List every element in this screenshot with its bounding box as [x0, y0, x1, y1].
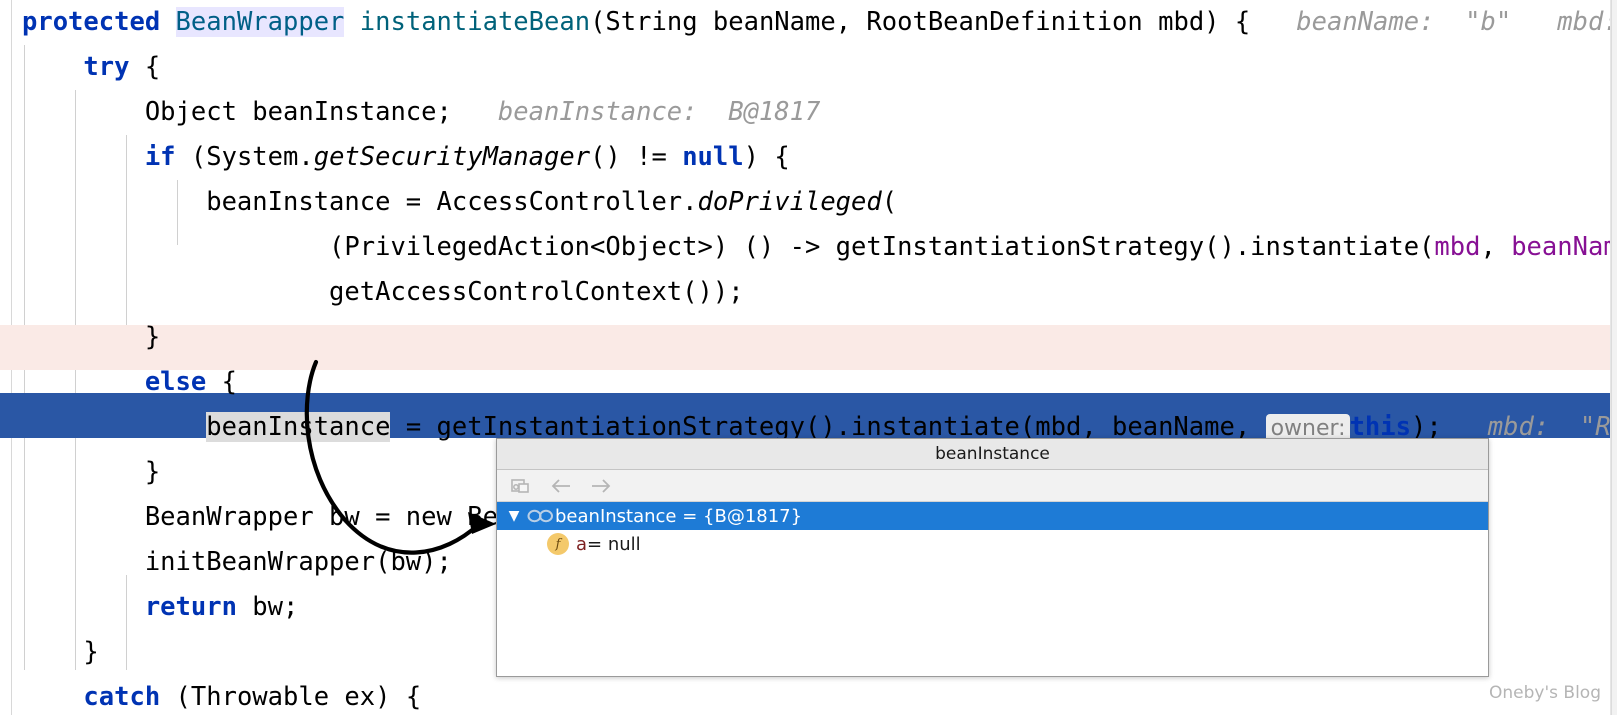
code-token: beanName: [1511, 232, 1617, 262]
code-token: ) {: [743, 142, 790, 172]
code-line[interactable]: catch (Throwable ex) {: [0, 675, 1617, 715]
code-token: BeanWrapper: [175, 7, 345, 37]
editor-scrollbar[interactable]: [1611, 0, 1617, 715]
code-line[interactable]: beanInstance = AccessController.doPrivil…: [0, 180, 1617, 225]
code-token: Object beanInstance;: [22, 97, 452, 127]
code-token: {: [129, 52, 161, 82]
code-token: }: [22, 457, 161, 487]
code-token: doPrivileged: [697, 187, 882, 217]
code-token: (: [881, 187, 898, 217]
field-value: = null: [587, 533, 641, 555]
code-token: ,: [1480, 232, 1512, 262]
debugger-value-popup[interactable]: beanInstance ▼ beanInstance = {B@1817} f…: [496, 438, 1489, 677]
code-token: () !=: [590, 142, 683, 172]
variable-label: beanInstance = {B@1817}: [555, 505, 803, 527]
forward-arrow-icon[interactable]: [589, 475, 613, 497]
variable-tree-row[interactable]: fa = null: [497, 530, 1488, 558]
code-token: }: [22, 322, 161, 352]
code-token: (String beanName, RootBeanDefinition mbd…: [590, 7, 1251, 37]
inline-debugger-value: beanName: "b" mbd: "Root bean: class [c: [1296, 7, 1617, 37]
code-line[interactable]: }: [0, 315, 1617, 360]
popup-toolbar[interactable]: [497, 470, 1488, 502]
code-line[interactable]: if (System.getSecurityManager() != null)…: [0, 135, 1617, 180]
variable-tree-row[interactable]: ▼ beanInstance = {B@1817}: [497, 502, 1488, 530]
code-token: if: [144, 142, 176, 172]
code-line[interactable]: else {: [0, 360, 1617, 405]
variables-tree[interactable]: ▼ beanInstance = {B@1817} f a = null: [497, 502, 1488, 558]
code-token: null: [682, 142, 744, 172]
code-line[interactable]: try {: [0, 45, 1617, 90]
field-icon: f: [547, 533, 569, 555]
code-token: bw;: [236, 592, 299, 622]
code-token: {: [206, 367, 237, 397]
code-token: try: [83, 52, 130, 82]
watermark: Oneby's Blog: [1489, 683, 1601, 703]
expander-triangle-icon[interactable]: ▼: [503, 508, 525, 524]
code-token: (System.: [175, 142, 314, 172]
code-token: instantiateBean: [359, 7, 591, 37]
code-line[interactable]: Object beanInstance; beanInstance: B@181…: [0, 90, 1617, 135]
code-token: getAccessControlContext());: [22, 277, 744, 307]
code-line[interactable]: protected BeanWrapper instantiateBean(St…: [0, 0, 1617, 45]
screenshot-root: protected BeanWrapper instantiateBean(St…: [0, 0, 1617, 715]
code-token: else: [144, 367, 207, 397]
code-token: initBeanWrapper(bw);: [22, 547, 452, 577]
inline-debugger-value: beanInstance: B@1817: [451, 97, 821, 127]
copy-value-icon[interactable]: [509, 475, 533, 497]
code-token: (Throwable ex) {: [160, 682, 422, 712]
code-token: protected: [22, 7, 176, 37]
code-token: }: [22, 637, 99, 667]
popup-title: beanInstance: [497, 439, 1488, 470]
code-token: return: [144, 592, 237, 622]
code-line[interactable]: getAccessControlContext());: [0, 270, 1617, 315]
code-token: beanInstance = AccessController.: [22, 187, 698, 217]
code-token: mbd: [1434, 232, 1481, 262]
code-token: (PrivilegedAction<Object>) () -> getInst…: [22, 232, 1435, 262]
code-line[interactable]: (PrivilegedAction<Object>) () -> getInst…: [0, 225, 1617, 270]
code-token: beanInstance: [206, 412, 391, 442]
field-name: a: [576, 533, 588, 555]
object-variable-icon: [525, 509, 555, 523]
code-token: getSecurityManager: [313, 142, 591, 172]
back-arrow-icon[interactable]: [549, 475, 573, 497]
code-token: catch: [83, 682, 161, 712]
